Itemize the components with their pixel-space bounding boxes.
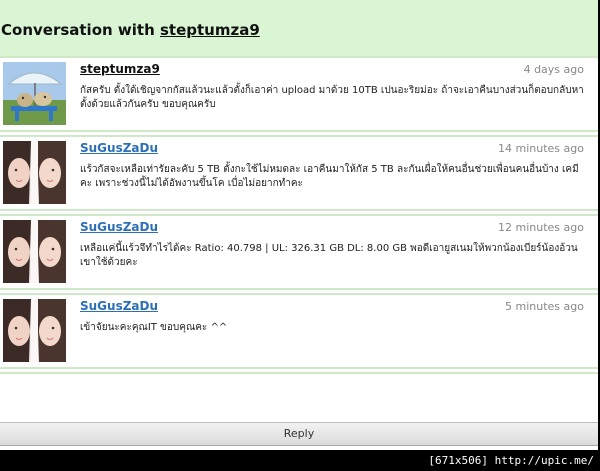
- conversation-user-link[interactable]: steptumza9: [160, 21, 260, 39]
- message-author-link[interactable]: SuGusZaDu: [80, 299, 158, 313]
- message-timestamp: 14 minutes ago: [498, 142, 584, 155]
- message-author-link[interactable]: SuGusZaDu: [80, 141, 158, 155]
- message-body: เข้าจัยนะคะคุณIT ขอบคุณคะ ^^: [80, 322, 228, 333]
- message-timestamp: 5 minutes ago: [505, 300, 584, 313]
- message-body: แร้วกัสจะเหลือเท่ารัยละคับ 5 TB ตั้งกะใช…: [80, 164, 579, 189]
- message-author-link[interactable]: SuGusZaDu: [80, 220, 158, 234]
- message-timestamp: 4 days ago: [523, 63, 584, 76]
- conversation-header: Conversation with steptumza9: [0, 0, 598, 56]
- page-title: Conversation with steptumza9: [1, 21, 260, 39]
- message-body: เหลือแค่นี้แร้วจึทำไรได้คะ Ratio: 40.798…: [80, 243, 578, 268]
- dog-umbrella-avatar[interactable]: [3, 62, 66, 125]
- girl-photo-avatar[interactable]: [3, 220, 66, 283]
- message-item: SuGusZaDu 5 minutes ago เข้าจัยนะคะคุณIT…: [0, 293, 598, 369]
- girl-photo-avatar[interactable]: [3, 141, 66, 204]
- message-timestamp: 12 minutes ago: [498, 221, 584, 234]
- image-watermark: [671x506] http://upic.me/: [428, 454, 594, 467]
- title-prefix: Conversation with: [1, 21, 155, 39]
- message-body: กัสครับ ตั้งใด้เชิญจากกัสแล้วนะแล้วตั้งก…: [80, 85, 584, 110]
- message-item: SuGusZaDu 12 minutes ago เหลือแค่นี้แร้ว…: [0, 214, 598, 290]
- message-item: SuGusZaDu 14 minutes ago แร้วกัสจะเหลือเ…: [0, 135, 598, 211]
- message-item: steptumza9 4 days ago กัสครับ ตั้งใด้เชิ…: [0, 56, 598, 132]
- reply-button[interactable]: Reply: [0, 422, 598, 446]
- girl-photo-avatar[interactable]: [3, 299, 66, 362]
- message-author-link[interactable]: steptumza9: [80, 62, 160, 76]
- reply-text-area[interactable]: [0, 372, 598, 424]
- conversation-window: Conversation with steptumza9 steptumza9 …: [0, 0, 600, 450]
